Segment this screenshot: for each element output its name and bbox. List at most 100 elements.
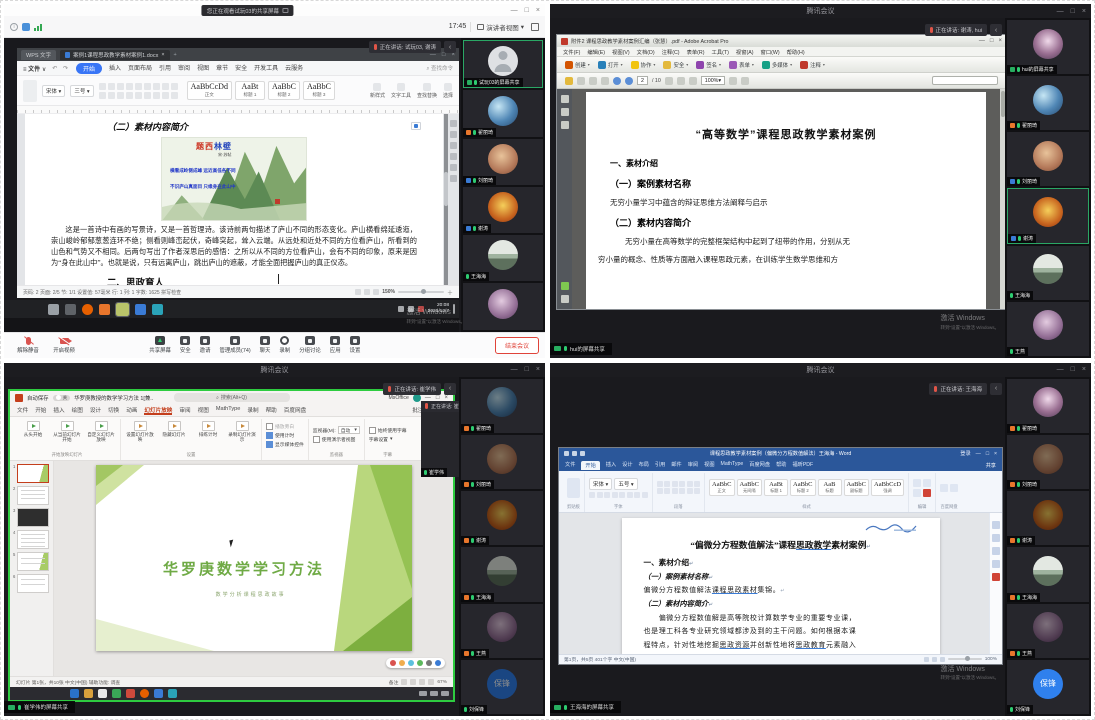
checkbox-show-media-controls[interactable]: 显示媒体控件 bbox=[266, 441, 304, 448]
c2-button[interactable]: 打开 bbox=[598, 61, 623, 69]
ribbon-tab[interactable]: 引用 bbox=[159, 63, 171, 74]
meeting-app-icon[interactable] bbox=[116, 303, 129, 316]
end-meeting-button[interactable]: 结束会议 bbox=[495, 337, 539, 354]
ribbon-tab[interactable]: 视图 bbox=[197, 63, 209, 74]
view-icon[interactable] bbox=[940, 657, 945, 662]
save-icon[interactable] bbox=[589, 77, 597, 85]
taskbar-app-icon[interactable] bbox=[152, 304, 163, 315]
share-tool-icon[interactable] bbox=[426, 660, 432, 666]
ribbon-tab[interactable]: 动画 bbox=[126, 406, 137, 415]
participant-tile[interactable]: hui的屏幕共享 bbox=[1007, 20, 1089, 74]
menu-item[interactable]: 注释(C) bbox=[662, 48, 680, 56]
view-icon[interactable] bbox=[924, 657, 929, 662]
minimize-button[interactable]: — bbox=[979, 38, 985, 44]
minimize-button[interactable]: — bbox=[511, 7, 518, 14]
participant-tile[interactable]: 王海海 bbox=[463, 235, 543, 281]
ribbon-tab[interactable]: 绘图 bbox=[72, 406, 83, 415]
zoom-slider[interactable] bbox=[948, 658, 982, 660]
menu-item[interactable]: 帮助(H) bbox=[787, 48, 805, 56]
share-button[interactable]: 共享屏幕 bbox=[149, 336, 171, 354]
ribbon-tab[interactable]: 视图 bbox=[704, 461, 714, 470]
editing-buttons[interactable] bbox=[913, 479, 931, 497]
undo-redo-icons[interactable]: ↶ ↷ bbox=[52, 65, 70, 72]
close-button[interactable]: × bbox=[536, 366, 540, 373]
zoom-in-icon[interactable] bbox=[689, 77, 697, 85]
ribbon-tab[interactable]: 帮助 bbox=[776, 461, 786, 470]
participant-tile[interactable]: 谢涛 bbox=[1007, 491, 1089, 545]
menu-item[interactable]: 编辑(E) bbox=[587, 48, 605, 56]
style-chip[interactable]: AaBbC标题 3 bbox=[303, 81, 335, 100]
page-thumbnails-icon[interactable] bbox=[561, 95, 569, 103]
c3-button[interactable]: 协作 bbox=[631, 61, 656, 69]
participant-tile[interactable]: 王燕 bbox=[1007, 604, 1089, 658]
fullscreen-icon[interactable] bbox=[531, 23, 539, 31]
style-chip[interactable]: AaBbC标题 2 bbox=[268, 81, 300, 100]
ribbon-tab[interactable]: 邮件 bbox=[671, 461, 681, 470]
set-button[interactable]: 录制幻灯片演示 bbox=[227, 419, 257, 443]
participant-tile[interactable]: 保锋刘保锋 bbox=[461, 660, 543, 714]
style-chip[interactable]: AaBbC正文 bbox=[709, 479, 735, 496]
paste-button[interactable] bbox=[23, 80, 37, 102]
comment-marker[interactable] bbox=[411, 122, 421, 130]
doc-panel-icon[interactable] bbox=[992, 560, 1000, 568]
participant-tile[interactable]: 王海海 bbox=[461, 547, 543, 601]
menu-item[interactable]: 窗口(W) bbox=[761, 48, 780, 56]
chat-button[interactable]: 聊天 bbox=[260, 336, 271, 354]
minimize-button[interactable]: — bbox=[1057, 366, 1064, 373]
tray-icon[interactable] bbox=[398, 306, 404, 312]
format-buttons[interactable] bbox=[99, 83, 178, 99]
search-input[interactable] bbox=[932, 76, 998, 85]
play-button[interactable]: 从头开始 bbox=[18, 419, 48, 437]
share-button[interactable]: 共享 bbox=[986, 462, 996, 469]
document-page[interactable]: （二）素材内容简介 题西林壁 宋·苏轼 横看成岭侧成峰 远 bbox=[25, 114, 443, 285]
slide-thumbnail[interactable]: 4 bbox=[13, 530, 51, 549]
menu-item[interactable]: 工具(T) bbox=[712, 48, 729, 56]
ribbon-tab[interactable]: 章节 bbox=[216, 63, 228, 74]
ribbon-tab[interactable]: 安全 bbox=[235, 63, 247, 74]
tool-button[interactable]: 新样式 bbox=[370, 83, 385, 99]
zoom-slider[interactable] bbox=[398, 291, 444, 293]
taskbar-app-icon[interactable] bbox=[65, 304, 76, 315]
slide-thumbnail[interactable]: 2 bbox=[13, 486, 51, 505]
collapse-sidebar-button[interactable]: ‹ bbox=[990, 24, 1002, 36]
view-icon[interactable] bbox=[355, 289, 361, 295]
bookmarks-icon[interactable] bbox=[561, 108, 569, 116]
nature-icon[interactable] bbox=[561, 282, 569, 290]
doc-panel-icon[interactable] bbox=[992, 534, 1000, 542]
participant-tile[interactable]: 王燕 bbox=[1007, 302, 1089, 356]
c8-button[interactable]: 注释 bbox=[800, 61, 825, 69]
ribbon-tab[interactable]: 设计 bbox=[90, 406, 101, 415]
current-slide[interactable]: 华罗庚数学学习方法 数学分析课程思政故事 bbox=[96, 465, 412, 651]
hand-tool-icon[interactable] bbox=[665, 77, 673, 85]
shield-icon[interactable] bbox=[22, 23, 30, 31]
close-button[interactable]: × bbox=[1082, 366, 1086, 373]
menu-item[interactable]: 表单(R) bbox=[687, 48, 705, 56]
slide-thumbnail[interactable]: 5 bbox=[13, 552, 51, 571]
minimize-button[interactable]: — bbox=[1057, 8, 1064, 15]
ribbon-tab[interactable]: 页面布局 bbox=[128, 63, 152, 74]
set-button[interactable]: 排练计时 bbox=[193, 419, 223, 437]
maximize-button[interactable]: □ bbox=[986, 451, 989, 457]
maximize-button[interactable]: □ bbox=[990, 38, 994, 44]
collapse-sidebar-button[interactable]: ‹ bbox=[444, 41, 456, 53]
ribbon-tab[interactable]: 审阅 bbox=[179, 406, 190, 415]
taskbar-app-icon[interactable] bbox=[168, 689, 177, 698]
new-tab-button[interactable]: + bbox=[174, 52, 177, 58]
checkbox-always-captions[interactable]: 始终使用字幕 bbox=[369, 427, 407, 434]
style-chip[interactable]: AaBt标题 1 bbox=[764, 479, 788, 496]
doc-panel-icon[interactable] bbox=[992, 547, 1000, 555]
group-button[interactable]: 分组讨论 bbox=[299, 336, 321, 354]
mic-off-button[interactable]: 解除静音 bbox=[10, 336, 46, 354]
ribbon-tab[interactable]: 文件 bbox=[565, 461, 575, 470]
save-icon[interactable] bbox=[564, 451, 569, 456]
ribbon-tab[interactable]: MathType bbox=[721, 461, 744, 470]
undo-icon[interactable] bbox=[572, 451, 577, 456]
apps-button[interactable]: 应用 bbox=[330, 336, 341, 354]
taskbar-app-icon[interactable] bbox=[112, 689, 121, 698]
next-page-icon[interactable] bbox=[625, 77, 633, 85]
participant-tile[interactable]: 谢涛 bbox=[463, 187, 543, 233]
print-icon[interactable] bbox=[577, 77, 585, 85]
ribbon-tab[interactable]: 幻灯片放映 bbox=[144, 406, 172, 415]
participant-tile[interactable]: 试玩03的屏幕共享 bbox=[463, 40, 543, 88]
font-size-select[interactable]: 三号 ▾ bbox=[70, 85, 93, 97]
